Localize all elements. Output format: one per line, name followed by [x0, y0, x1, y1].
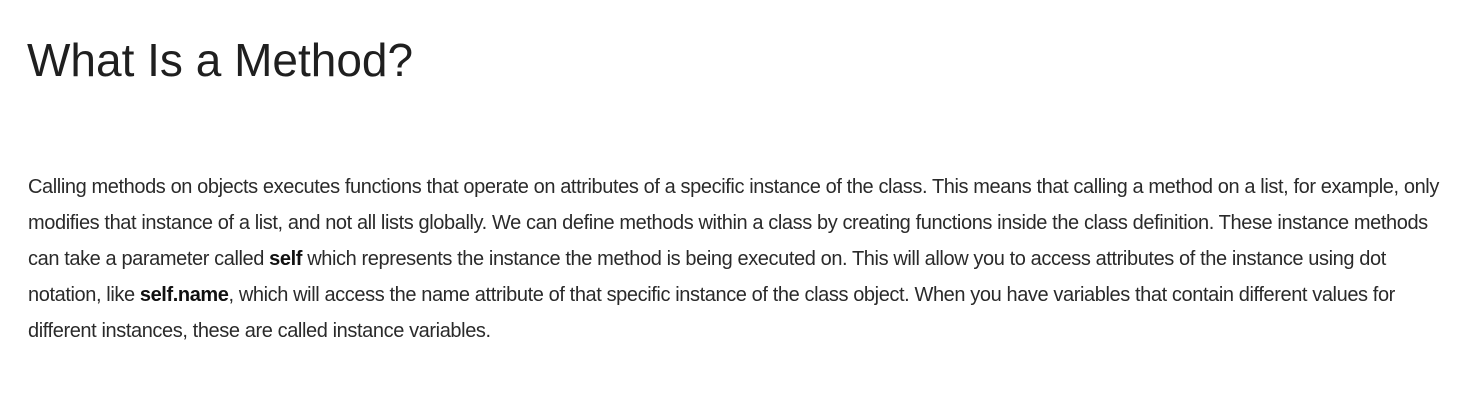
- page-title: What Is a Method?: [27, 34, 414, 86]
- page: What Is a Method? Calling methods on obj…: [0, 0, 1482, 405]
- code-term-self-name: self.name: [139, 284, 229, 306]
- paragraph-text-3: , which will access the name attribute o…: [28, 284, 1395, 342]
- code-term-self: self: [269, 248, 303, 270]
- body-paragraph: Calling methods on objects executes func…: [28, 169, 1456, 349]
